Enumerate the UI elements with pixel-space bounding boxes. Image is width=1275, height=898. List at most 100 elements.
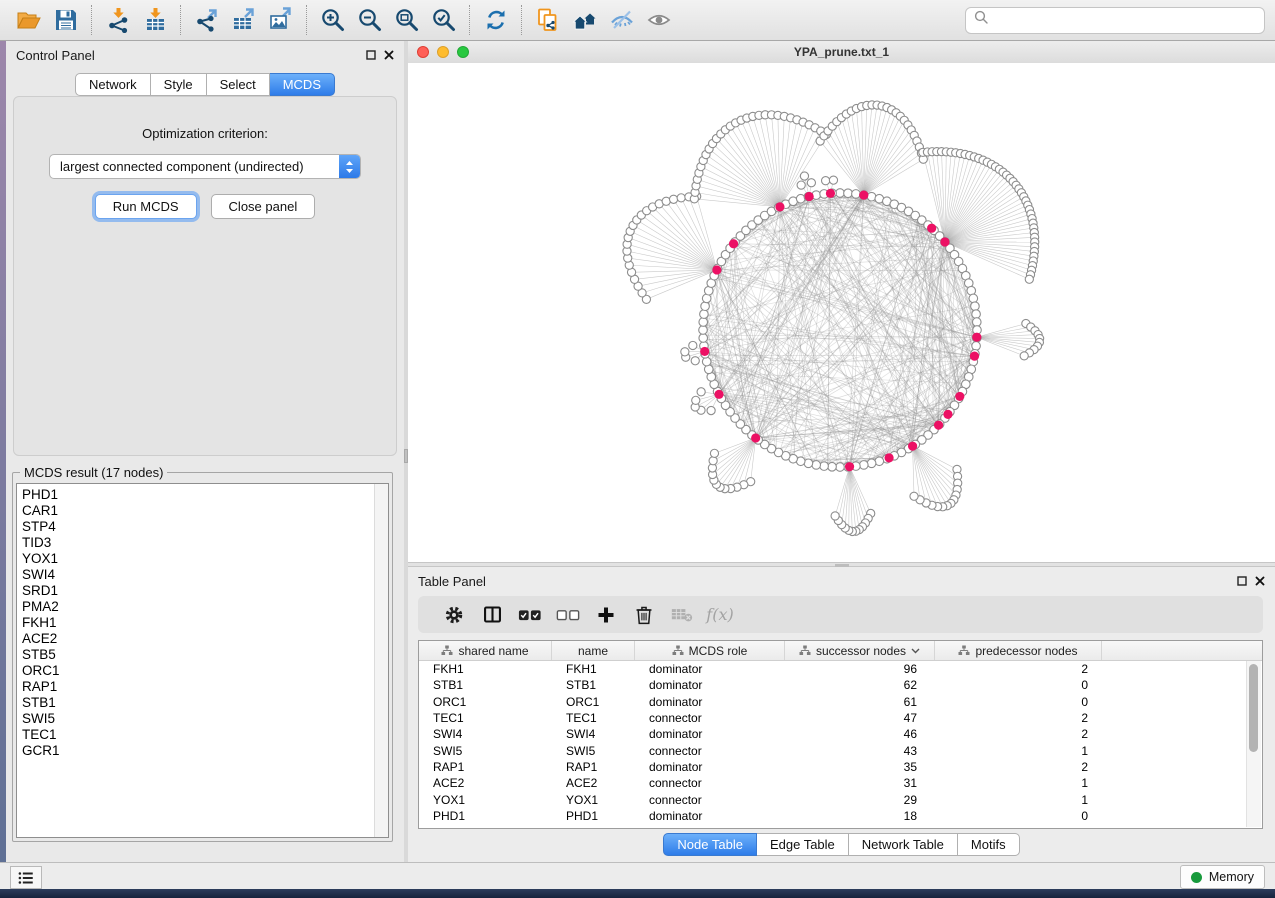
- show-hidden-icon[interactable]: [640, 3, 677, 37]
- node-table[interactable]: shared namenameMCDS rolesuccessor nodesp…: [418, 640, 1263, 829]
- table-cell[interactable]: ORC1: [552, 695, 635, 709]
- table-cell[interactable]: dominator: [635, 809, 785, 823]
- task-history-button[interactable]: [10, 866, 42, 889]
- table-cell[interactable]: 2: [935, 711, 1102, 725]
- table-cell[interactable]: YOX1: [419, 793, 552, 807]
- table-cell[interactable]: PHD1: [552, 809, 635, 823]
- mcds-result-item[interactable]: CAR1: [22, 503, 388, 519]
- table-cell[interactable]: TEC1: [552, 711, 635, 725]
- deselect-all-icon[interactable]: [549, 600, 587, 630]
- table-cell[interactable]: SWI5: [419, 744, 552, 758]
- column-header-predecessor-nodes[interactable]: predecessor nodes: [935, 641, 1102, 660]
- table-row[interactable]: PHD1PHD1dominator180: [419, 808, 1262, 824]
- table-row[interactable]: RAP1RAP1dominator352: [419, 759, 1262, 775]
- table-cell[interactable]: 62: [785, 678, 935, 692]
- zoom-selected-icon[interactable]: [425, 3, 462, 37]
- run-mcds-button[interactable]: Run MCDS: [95, 194, 197, 219]
- table-row[interactable]: ACE2ACE2connector311: [419, 775, 1262, 791]
- duplicate-network-icon[interactable]: [529, 3, 566, 37]
- table-cell[interactable]: 46: [785, 727, 935, 741]
- export-network-icon[interactable]: [188, 3, 225, 37]
- tab-motifs[interactable]: Motifs: [958, 833, 1020, 856]
- table-cell[interactable]: SWI4: [552, 727, 635, 741]
- table-row[interactable]: FKH1FKH1dominator962: [419, 661, 1262, 677]
- delete-row-icon[interactable]: [625, 600, 663, 630]
- table-cell[interactable]: RAP1: [419, 760, 552, 774]
- mcds-result-item[interactable]: SWI5: [22, 711, 388, 727]
- tab-network-table[interactable]: Network Table: [849, 833, 958, 856]
- table-row[interactable]: SWI5SWI5connector431: [419, 742, 1262, 758]
- mcds-result-item[interactable]: YOX1: [22, 551, 388, 567]
- table-cell[interactable]: ORC1: [419, 695, 552, 709]
- table-cell[interactable]: 2: [935, 760, 1102, 774]
- import-table-icon[interactable]: [136, 3, 173, 37]
- mcds-result-item[interactable]: FKH1: [22, 615, 388, 631]
- table-row[interactable]: YOX1YOX1connector291: [419, 791, 1262, 807]
- mcds-result-item[interactable]: SWI4: [22, 567, 388, 583]
- settings-icon[interactable]: [435, 600, 473, 630]
- table-cell[interactable]: connector: [635, 776, 785, 790]
- search-box[interactable]: [965, 7, 1265, 34]
- memory-button[interactable]: Memory: [1180, 865, 1265, 889]
- table-cell[interactable]: 2: [935, 727, 1102, 741]
- mcds-result-item[interactable]: PMA2: [22, 599, 388, 615]
- column-header-name[interactable]: name: [552, 641, 635, 660]
- table-cell[interactable]: 35: [785, 760, 935, 774]
- mcds-result-item[interactable]: RAP1: [22, 679, 388, 695]
- table-cell[interactable]: FKH1: [552, 662, 635, 676]
- tab-edge-table[interactable]: Edge Table: [757, 833, 849, 856]
- table-cell[interactable]: 18: [785, 809, 935, 823]
- show-columns-icon[interactable]: [473, 600, 511, 630]
- column-header-shared-name[interactable]: shared name: [419, 641, 552, 660]
- export-image-icon[interactable]: [262, 3, 299, 37]
- zoom-out-icon[interactable]: [351, 3, 388, 37]
- tab-mcds[interactable]: MCDS: [270, 73, 335, 96]
- close-panel-icon[interactable]: [1255, 576, 1265, 586]
- criterion-select[interactable]: largest connected component (undirected): [49, 154, 361, 179]
- mcds-result-item[interactable]: STB5: [22, 647, 388, 663]
- table-row[interactable]: SWI4SWI4dominator462: [419, 726, 1262, 742]
- tab-node-table[interactable]: Node Table: [663, 833, 757, 856]
- refresh-view-icon[interactable]: [477, 3, 514, 37]
- tab-style[interactable]: Style: [151, 73, 207, 96]
- column-header-MCDS-role[interactable]: MCDS role: [635, 641, 785, 660]
- close-panel-button[interactable]: Close panel: [211, 194, 316, 219]
- table-cell[interactable]: 2: [935, 662, 1102, 676]
- add-row-icon[interactable]: [587, 600, 625, 630]
- table-cell[interactable]: dominator: [635, 662, 785, 676]
- table-cell[interactable]: 43: [785, 744, 935, 758]
- table-cell[interactable]: dominator: [635, 678, 785, 692]
- select-all-icon[interactable]: [511, 600, 549, 630]
- table-scrollbar[interactable]: [1246, 661, 1261, 827]
- float-panel-icon[interactable]: [366, 50, 376, 60]
- table-cell[interactable]: 0: [935, 695, 1102, 709]
- mcds-result-item[interactable]: ORC1: [22, 663, 388, 679]
- network-canvas[interactable]: [408, 63, 1275, 562]
- close-panel-icon[interactable]: [384, 50, 394, 60]
- mcds-list-scrollbar[interactable]: [374, 484, 388, 837]
- table-cell[interactable]: 0: [935, 678, 1102, 692]
- table-cell[interactable]: ACE2: [552, 776, 635, 790]
- mcds-result-item[interactable]: TID3: [22, 535, 388, 551]
- table-cell[interactable]: YOX1: [552, 793, 635, 807]
- export-table-icon[interactable]: [225, 3, 262, 37]
- float-panel-icon[interactable]: [1237, 576, 1247, 586]
- table-row[interactable]: STB1STB1dominator620: [419, 677, 1262, 693]
- open-file-icon[interactable]: [10, 3, 47, 37]
- search-input[interactable]: [995, 12, 1256, 29]
- table-row[interactable]: TEC1TEC1connector472: [419, 710, 1262, 726]
- tab-network[interactable]: Network: [75, 73, 151, 96]
- mcds-result-list[interactable]: PHD1CAR1STP4TID3YOX1SWI4SRD1PMA2FKH1ACE2…: [16, 483, 389, 838]
- table-cell[interactable]: 47: [785, 711, 935, 725]
- table-cell[interactable]: 0: [935, 809, 1102, 823]
- table-cell[interactable]: connector: [635, 793, 785, 807]
- table-cell[interactable]: 1: [935, 793, 1102, 807]
- column-header-successor-nodes[interactable]: successor nodes: [785, 641, 935, 660]
- table-cell[interactable]: 61: [785, 695, 935, 709]
- table-cell[interactable]: STB1: [552, 678, 635, 692]
- table-cell[interactable]: SWI4: [419, 727, 552, 741]
- table-cell[interactable]: 29: [785, 793, 935, 807]
- table-cell[interactable]: FKH1: [419, 662, 552, 676]
- table-cell[interactable]: connector: [635, 744, 785, 758]
- table-row[interactable]: ORC1ORC1dominator610: [419, 694, 1262, 710]
